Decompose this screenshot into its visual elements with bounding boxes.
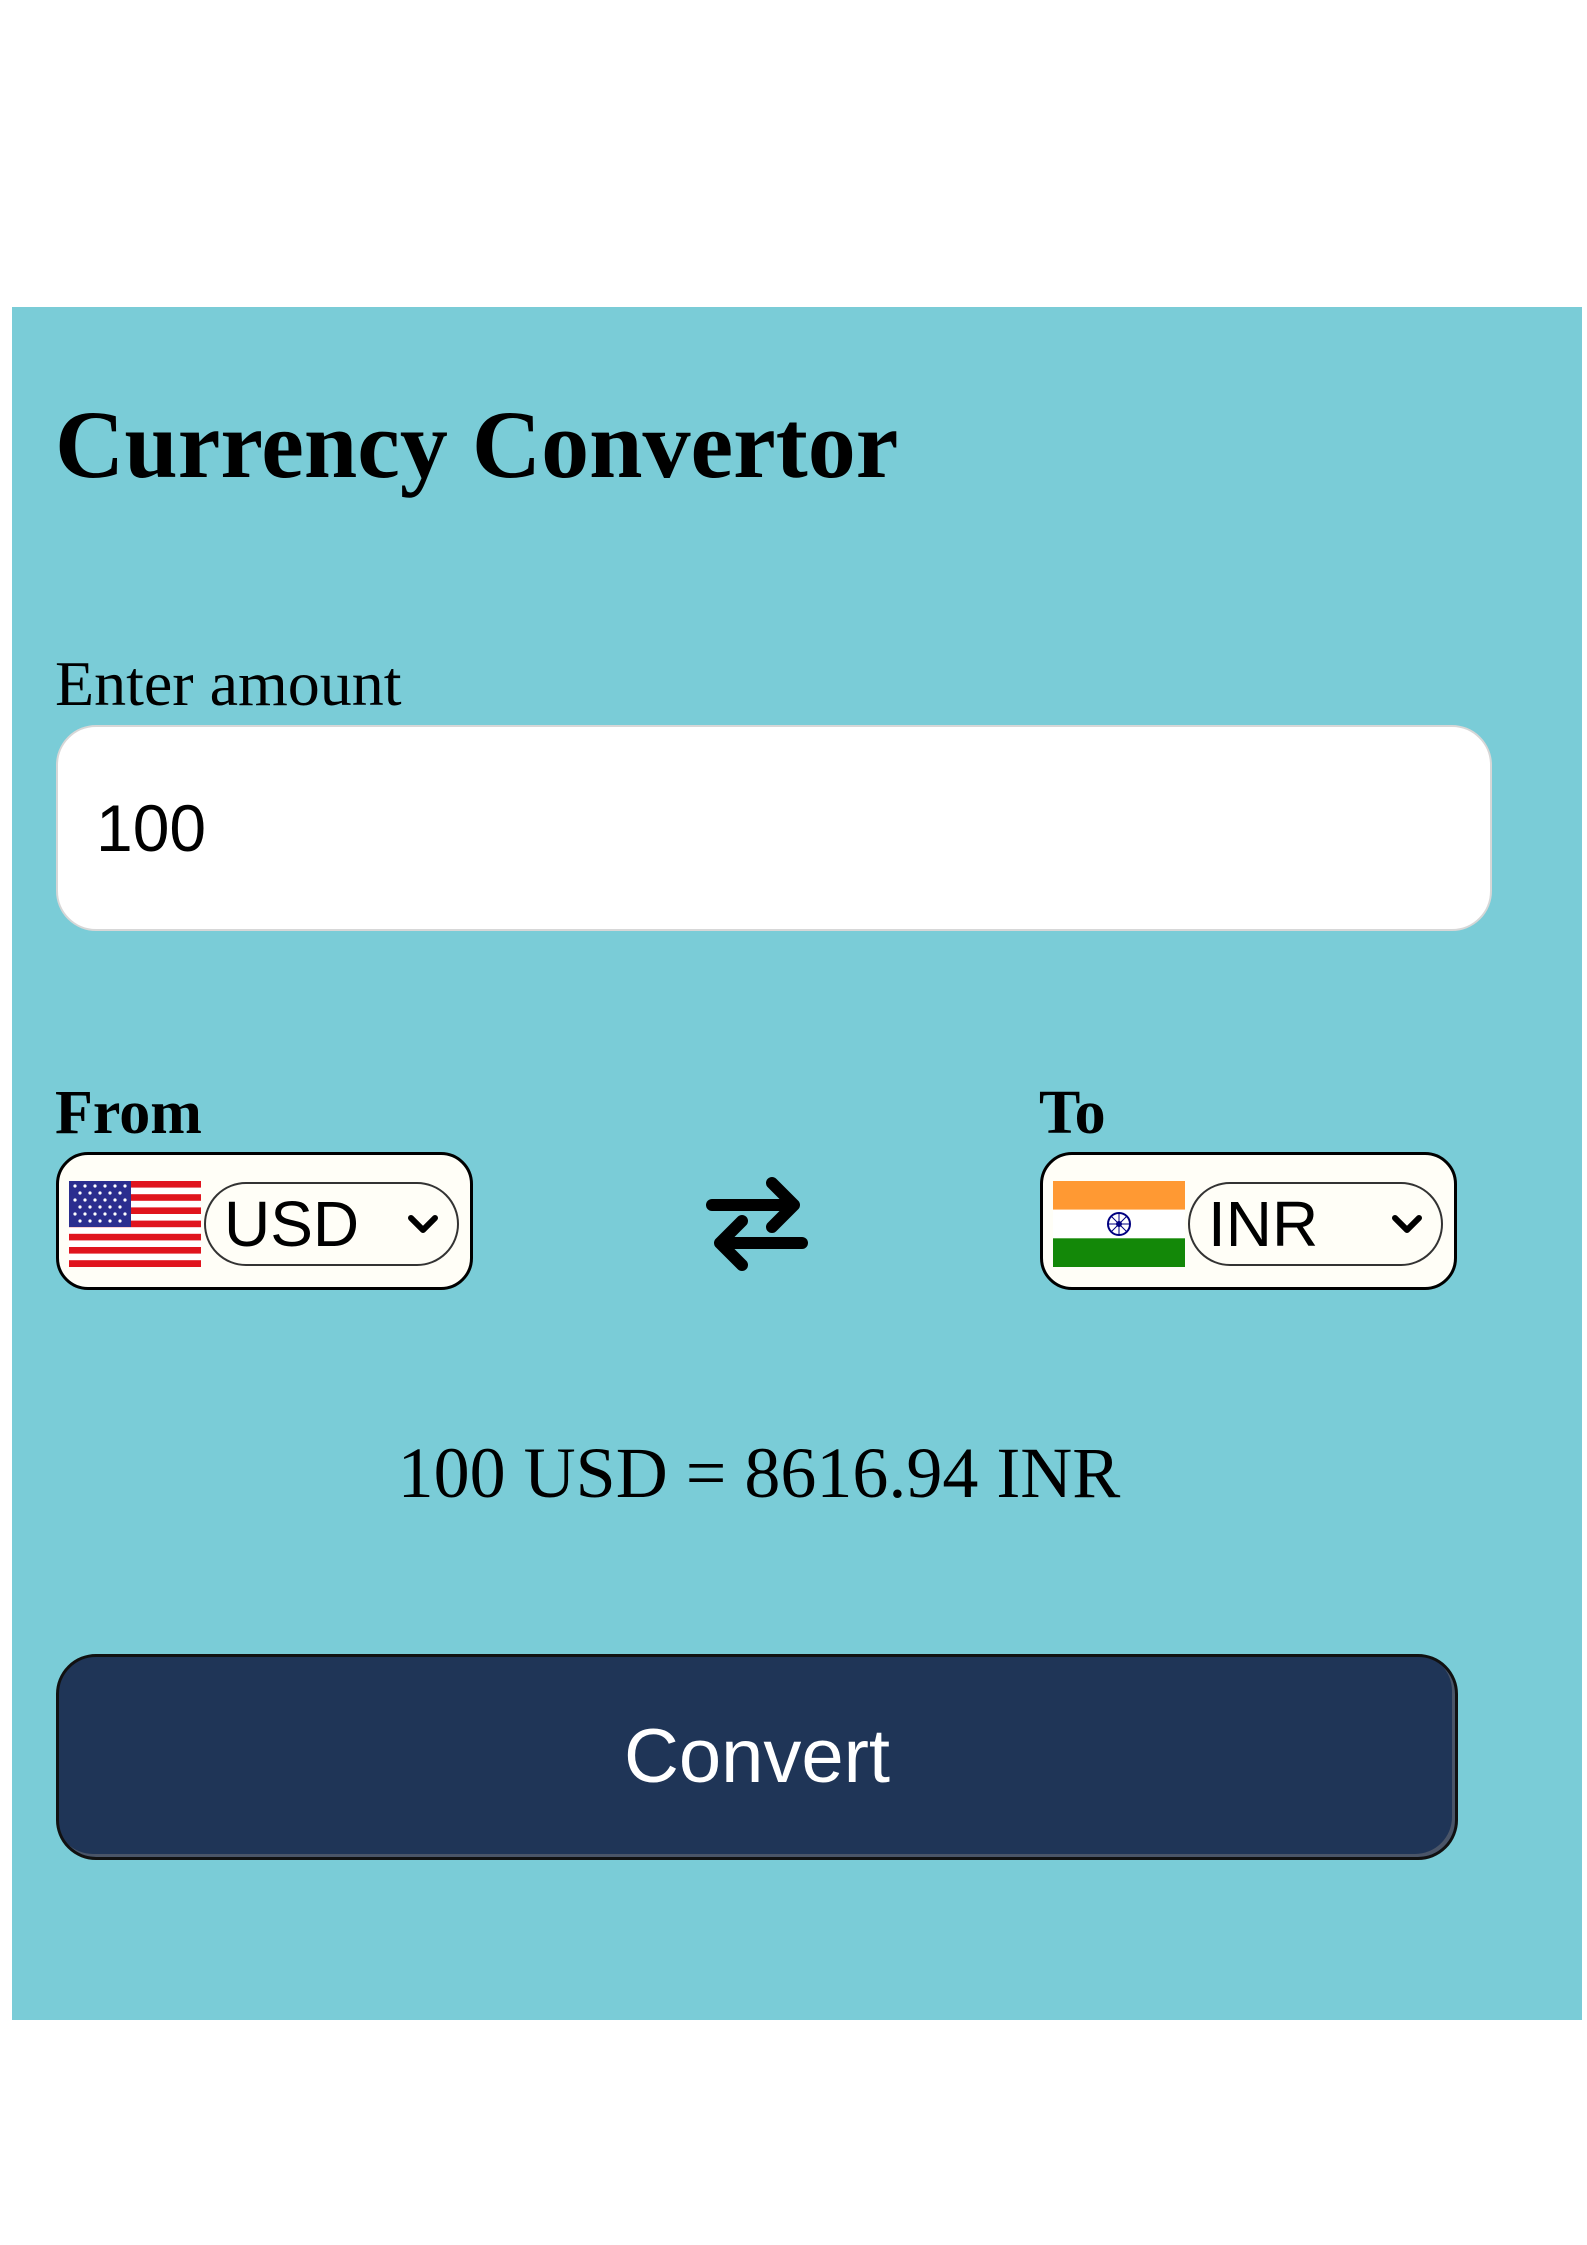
from-currency-box: USD — [56, 1152, 473, 1290]
chevron-down-icon — [405, 1212, 441, 1236]
page-title: Currency Convertor — [55, 391, 899, 498]
converter-card: Currency Convertor Enter amount From — [12, 307, 1582, 2020]
from-currency-value: USD — [224, 1188, 360, 1260]
to-currency-value: INR — [1208, 1188, 1319, 1260]
us-flag-icon — [69, 1181, 201, 1267]
amount-input[interactable] — [56, 725, 1492, 931]
chevron-down-icon — [1389, 1212, 1425, 1236]
conversion-result: 100 USD = 8616.94 INR — [397, 1433, 1121, 1513]
to-label: To — [1039, 1079, 1106, 1147]
convert-button[interactable]: Convert — [56, 1654, 1458, 1860]
to-currency-box: INR — [1040, 1152, 1457, 1290]
to-currency-select[interactable]: INR — [1188, 1182, 1443, 1266]
india-flag-icon — [1053, 1181, 1185, 1267]
amount-label: Enter amount — [55, 648, 402, 719]
from-label: From — [55, 1079, 202, 1147]
from-currency-select[interactable]: USD — [204, 1182, 459, 1266]
swap-arrows-icon[interactable] — [702, 1167, 812, 1277]
